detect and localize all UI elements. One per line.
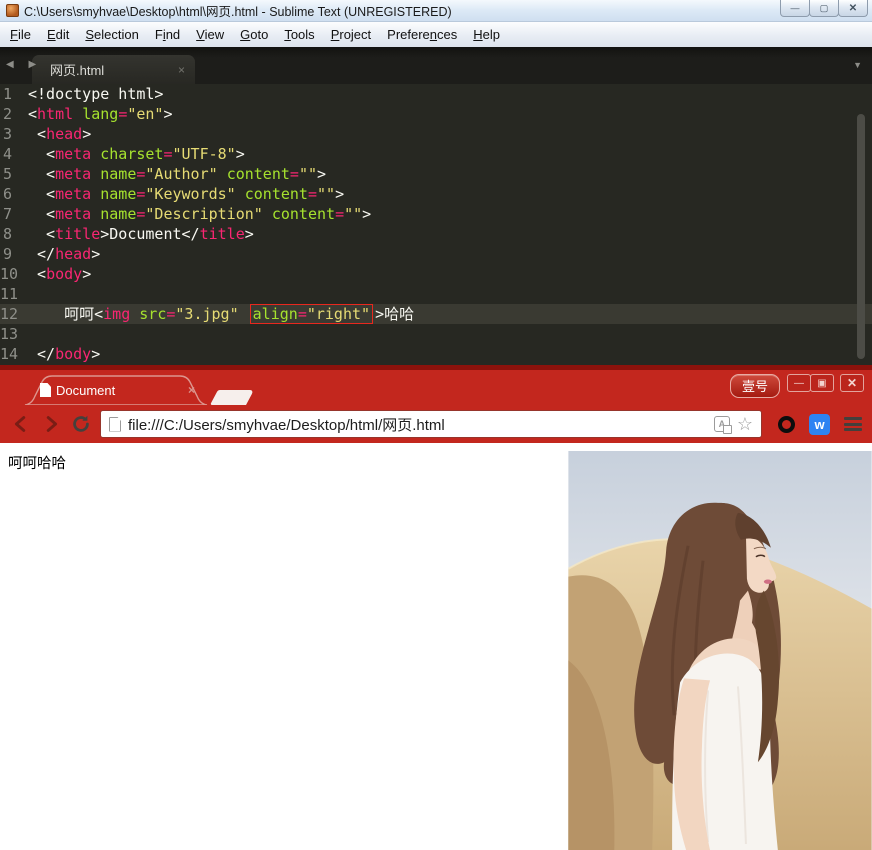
menu-item-file[interactable]: File — [2, 25, 39, 44]
tab-close-icon[interactable]: × — [178, 63, 185, 77]
menu-item-selection[interactable]: Selection — [77, 25, 146, 44]
code-line[interactable]: 12 呵呵<img src="3.jpg" align="right" >哈哈 — [0, 304, 872, 324]
sublime-logo-icon — [6, 4, 19, 17]
code-line[interactable]: 13 — [0, 324, 872, 344]
code-line[interactable]: 5 <meta name="Author" content=""> — [0, 164, 872, 184]
maximize-button[interactable]: ▢ — [809, 0, 839, 17]
code-line[interactable]: 1 <!doctype html> — [0, 84, 872, 104]
line-number: 8 — [2, 225, 12, 243]
portrait-photo — [568, 451, 872, 850]
line-number: 11 — [0, 285, 19, 303]
url-text[interactable]: file:///C:/Users/smyhvae/Desktop/html/网页… — [128, 414, 707, 435]
menu-item-help[interactable]: Help — [465, 25, 508, 44]
code-editor[interactable]: 1 <!doctype html> 2 <html lang="en"> 3 <head… — [0, 84, 872, 365]
browser-tabstrip: Document × 壹号 — ▣ ✕ — [0, 370, 872, 405]
hamburger-menu-icon[interactable] — [844, 417, 862, 431]
account-button[interactable]: 壹号 — [729, 374, 780, 398]
minimize-button[interactable]: — — [780, 0, 810, 17]
editor-scrollbar[interactable] — [857, 114, 865, 359]
word-extension-icon[interactable]: w — [809, 413, 830, 435]
menu-item-preferences[interactable]: Preferences — [379, 25, 465, 44]
code-line[interactable]: 14 </body> — [0, 344, 872, 364]
minimize-button[interactable]: — — [787, 374, 811, 392]
code-line[interactable]: 2 <html lang="en"> — [0, 104, 872, 124]
line-number: 6 — [2, 185, 12, 203]
code-line[interactable]: 4 <meta charset="UTF-8"> — [0, 144, 872, 164]
sublime-titlebar[interactable]: C:\Users\smyhvae\Desktop\html\网页.html - … — [0, 0, 872, 22]
browser-tab-label: Document — [56, 382, 116, 398]
line-number: 10 — [0, 265, 19, 283]
address-bar[interactable]: file:///C:/Users/smyhvae/Desktop/html/网页… — [100, 410, 762, 438]
window-title: C:\Users\smyhvae\Desktop\html\网页.html - … — [24, 5, 452, 19]
sublime-window: C:\Users\smyhvae\Desktop\html\网页.html - … — [0, 0, 872, 365]
annotation-box: align="right" — [249, 304, 374, 324]
tab-nav-arrows-icon[interactable]: ◀ ▶ — [6, 59, 42, 70]
menu-item-view[interactable]: View — [188, 25, 232, 44]
bookmark-star-icon[interactable]: ☆ — [737, 415, 753, 433]
code-line[interactable]: 3 <head> — [0, 124, 872, 144]
menu-item-goto[interactable]: Goto — [232, 25, 276, 44]
line-number: 12 — [0, 305, 19, 323]
maximize-button[interactable]: ▣ — [810, 374, 834, 392]
code-line[interactable]: 6 <meta name="Keywords" content=""> — [0, 184, 872, 204]
page-body-text: 呵呵哈哈 — [8, 456, 66, 472]
line-number: 3 — [2, 125, 12, 143]
close-button[interactable]: ✕ — [840, 374, 864, 392]
rendered-page: 呵呵哈哈 — [0, 443, 872, 850]
menubar: File Edit Selection Find View Goto Tools Projec… — [0, 22, 872, 47]
tab-close-icon[interactable]: × — [188, 383, 195, 397]
menu-item-tools[interactable]: Tools — [276, 25, 322, 44]
editor-tab[interactable]: 网页.html × — [32, 55, 195, 84]
page-icon — [109, 416, 121, 432]
new-tab-button[interactable] — [210, 390, 254, 405]
close-button[interactable]: ✕ — [838, 0, 868, 17]
tab-overflow-icon[interactable]: ▼ — [853, 60, 862, 70]
line-number: 7 — [2, 205, 12, 223]
line-number: 5 — [2, 165, 12, 183]
menu-item-project[interactable]: Project — [323, 25, 379, 44]
code-line[interactable]: 7 <meta name="Description" content=""> — [0, 204, 872, 224]
line-number: 13 — [0, 325, 19, 343]
menu-item-find[interactable]: Find — [147, 25, 188, 44]
menu-item-edit[interactable]: Edit — [39, 25, 77, 44]
refresh-icon[interactable] — [70, 413, 92, 435]
code-line[interactable]: 9 </head> — [0, 244, 872, 264]
line-number: 9 — [2, 245, 12, 263]
code-line[interactable]: 11 — [0, 284, 872, 304]
code-line[interactable]: 8 <title>Document</title> — [0, 224, 872, 244]
browser-toolbar: file:///C:/Users/smyhvae/Desktop/html/网页… — [0, 405, 872, 443]
back-icon[interactable] — [10, 413, 32, 435]
code-line[interactable]: 10 <body> — [0, 264, 872, 284]
line-number: 1 — [2, 85, 12, 103]
line-number: 2 — [2, 105, 12, 123]
editor-tabbar: ◀ ▶ 网页.html × ▼ — [0, 47, 872, 84]
forward-icon[interactable] — [40, 413, 62, 435]
editor-tab-label: 网页.html — [50, 63, 105, 78]
browser-window: Document × 壹号 — ▣ ✕ file:///C:/Users/smy… — [0, 365, 872, 850]
line-number: 4 — [2, 145, 12, 163]
translate-icon[interactable]: A — [713, 416, 732, 434]
line-number: 14 — [0, 345, 19, 363]
browser-tab[interactable]: Document × — [24, 375, 209, 405]
adblock-ring-icon[interactable] — [778, 415, 795, 433]
